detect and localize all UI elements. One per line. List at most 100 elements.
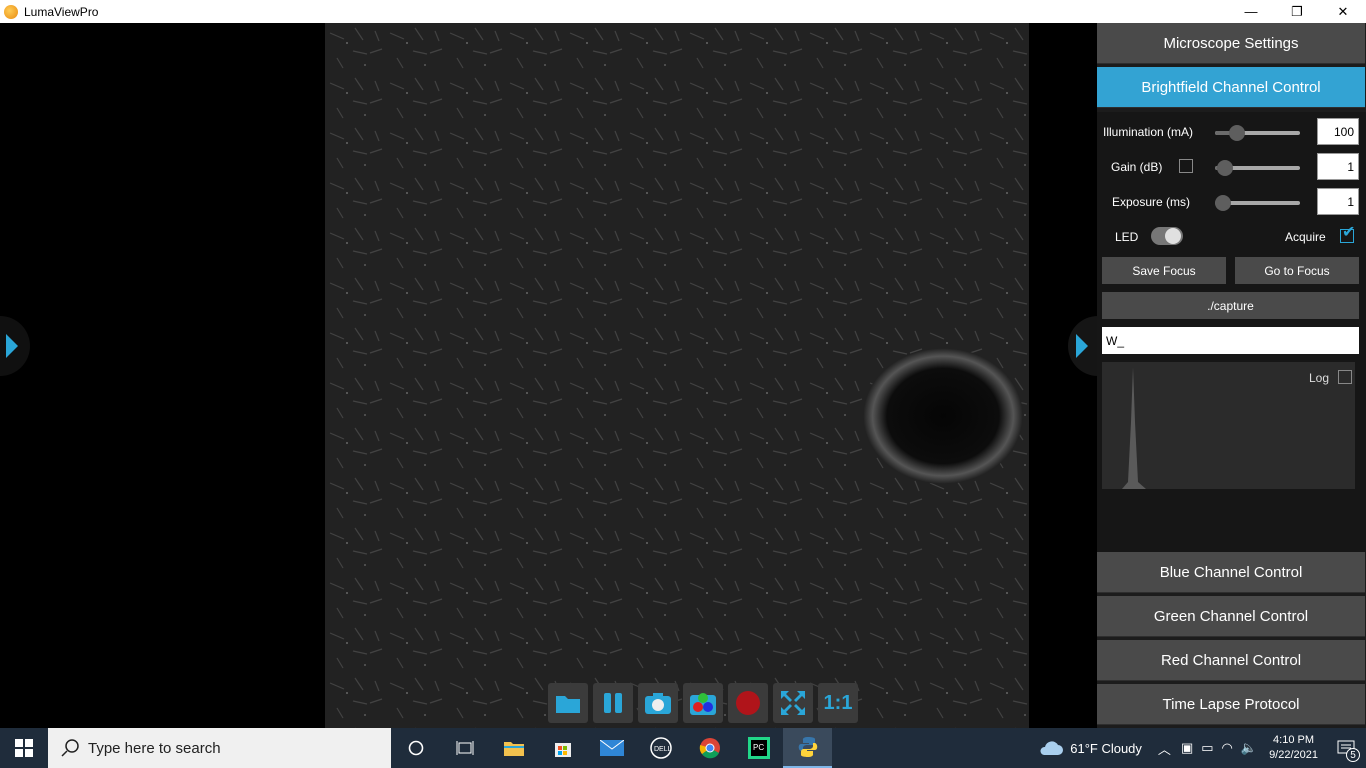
record-button[interactable] [728,683,768,723]
pause-button[interactable] [593,683,633,723]
chevron-up-icon[interactable]: ︿ [1158,739,1171,758]
one-to-one-button[interactable]: 1:1 [818,683,858,723]
app-logo-icon [4,4,18,19]
save-focus-button[interactable]: Save Focus [1102,257,1226,284]
one-to-one-label: 1:1 [823,691,853,714]
wifi-icon[interactable]: ◠ [1222,740,1233,756]
store-icon[interactable] [538,728,587,768]
right-panel-toggle[interactable] [1068,316,1098,376]
fit-to-window-button[interactable] [773,683,813,723]
illumination-label: Illumination (mA) [1103,125,1194,139]
svg-text:PC: PC [753,743,764,752]
chrome-icon[interactable] [685,728,734,768]
go-to-focus-button[interactable]: Go to Focus [1235,257,1359,284]
device-icon[interactable]: ▣ [1181,740,1193,756]
fit-icon [781,691,805,715]
image-viewer[interactable]: 1:1 [0,23,1098,728]
start-button[interactable] [0,728,48,768]
illumination-input[interactable]: 100 [1317,118,1359,145]
python-logo-icon [798,737,817,757]
cell-image-render [325,23,1029,728]
exposure-input[interactable]: 1 [1317,188,1359,215]
composite-icon [690,693,716,715]
search-icon [61,739,79,757]
python-app-icon[interactable] [783,728,832,768]
circle-icon [408,740,423,756]
cortana-icon[interactable] [391,728,440,768]
task-view-glyph-icon [456,741,473,755]
minimize-button[interactable]: — [1228,0,1274,23]
led-label: LED [1115,230,1139,244]
chevron-right-icon [6,334,18,358]
restore-button[interactable]: ❐ [1274,0,1320,23]
envelope-icon [599,740,624,756]
left-panel-toggle[interactable] [0,316,30,376]
exposure-slider[interactable] [1215,195,1300,211]
capture-folder-button[interactable]: ./capture [1102,292,1359,319]
clock-time: 4:10 PM [1273,734,1315,746]
microscope-image[interactable] [325,23,1029,728]
microscope-settings-button[interactable]: Microscope Settings [1097,23,1365,64]
folder-icon [503,742,524,756]
brightfield-control-button[interactable]: Brightfield Channel Control [1097,67,1365,108]
system-tray: 61°F Cloudy ︿ ▣ ▭ ◠ 🔈 4:10 PM 9/22/2021 … [1038,728,1366,768]
window-controls: — ❐ ✕ [1228,0,1366,23]
composite-capture-button[interactable] [683,683,723,723]
search-placeholder: Type here to search [88,739,221,757]
open-folder-button[interactable] [548,683,588,723]
windows-logo-icon [15,739,33,757]
acquire-label: Acquire [1285,230,1326,244]
illumination-slider[interactable] [1215,125,1300,141]
notification-button[interactable]: 5 [1326,728,1366,768]
clock[interactable]: 4:10 PM 9/22/2021 [1269,733,1318,763]
window-title: LumaViewPro [24,4,99,19]
battery-icon[interactable]: ▭ [1201,740,1213,756]
filename-prefix-input[interactable]: W_ [1102,327,1359,354]
acquire-checkbox[interactable]: ✔ [1340,225,1355,243]
gain-auto-checkbox[interactable] [1179,159,1193,173]
gain-input[interactable]: 1 [1317,153,1359,180]
capture-image-button[interactable] [638,683,678,723]
green-channel-button[interactable]: Green Channel Control [1097,596,1365,637]
checkmark-icon: ✔ [1342,224,1356,241]
log-label: Log [1309,371,1330,385]
mail-icon[interactable] [587,728,636,768]
close-button[interactable]: ✕ [1320,0,1366,23]
cloud-icon [1040,741,1064,755]
exposure-knob[interactable] [1215,195,1231,211]
file-explorer-icon[interactable] [489,728,538,768]
gain-slider[interactable] [1215,160,1300,176]
bag-icon [554,743,571,757]
taskbar: Type here to search DELL PC 61°F Cloudy … [0,728,1366,768]
volume-icon[interactable]: 🔈 [1241,740,1257,756]
gain-label: Gain (dB) [1111,160,1163,174]
dell-icon[interactable]: DELL [636,728,685,768]
task-view-icon[interactable] [440,728,489,768]
illumination-knob[interactable] [1228,125,1245,141]
title-bar: LumaViewPro — ❐ ✕ [0,0,1366,23]
red-channel-button[interactable]: Red Channel Control [1097,640,1365,681]
gain-knob[interactable] [1217,160,1234,176]
weather-text[interactable]: 61°F Cloudy [1070,741,1142,756]
notification-count: 5 [1346,748,1360,762]
dark-artifact [863,348,1023,484]
log-scale-checkbox[interactable] [1338,370,1352,384]
folder-icon [556,696,580,713]
chevron-right-icon [1076,334,1088,358]
led-toggle[interactable] [1151,227,1183,245]
record-icon [736,691,760,715]
svg-text:DELL: DELL [654,746,672,753]
settings-panel: Microscope Settings Brightfield Channel … [1097,23,1366,728]
pycharm-icon[interactable]: PC [734,728,783,768]
exposure-label: Exposure (ms) [1112,195,1191,209]
blue-channel-button[interactable]: Blue Channel Control [1097,552,1365,593]
pycharm-logo-icon: PC [747,737,770,759]
time-lapse-button[interactable]: Time Lapse Protocol [1097,684,1365,725]
brightfield-controls: Illumination (mA) 100 Gain (dB) 1 Exposu… [1097,112,1366,552]
camera-icon [645,693,671,714]
led-toggle-knob [1165,228,1181,244]
dell-logo-icon: DELL [649,737,672,759]
taskbar-search[interactable]: Type here to search [48,728,391,768]
clock-date: 9/22/2021 [1269,749,1318,761]
histogram: Log [1102,362,1355,489]
